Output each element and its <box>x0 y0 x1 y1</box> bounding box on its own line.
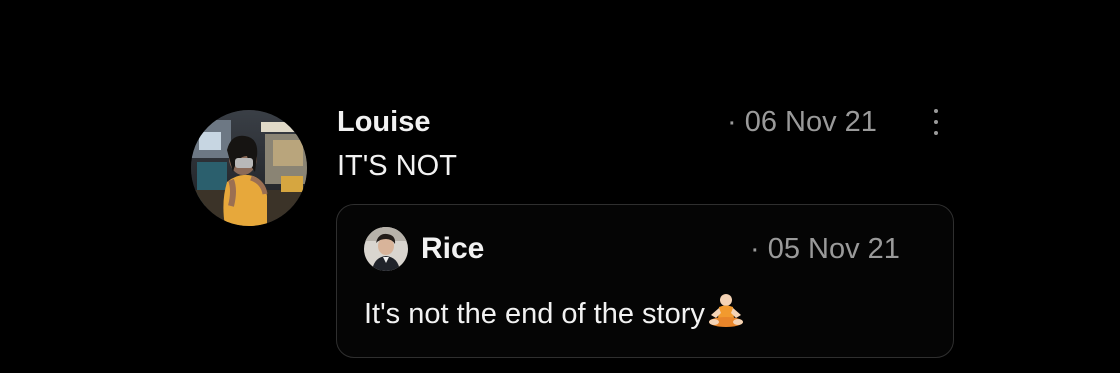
date-separator: · <box>727 106 737 138</box>
more-dot <box>934 131 938 135</box>
more-dot <box>934 109 938 113</box>
quoted-post-date: · 05 Nov 21 <box>750 231 900 267</box>
quoted-post-text: It's not the end of the story <box>364 293 746 338</box>
post-date: · 06 Nov 21 <box>727 104 877 140</box>
date-separator: · <box>750 233 760 265</box>
post-author-name[interactable]: Louise <box>337 104 430 140</box>
profile-photo-avatar-icon <box>191 110 307 226</box>
quoted-post-date-value: 05 Nov 21 <box>767 233 900 265</box>
rice-avatar[interactable] <box>364 227 408 271</box>
post: Louise · 06 Nov 21 IT'S NOT Rice · 05 No… <box>0 0 1120 373</box>
louise-avatar[interactable] <box>191 110 307 226</box>
profile-photo-avatar-icon <box>364 227 408 271</box>
more-vertical-icon[interactable] <box>926 107 946 137</box>
post-text: IT'S NOT <box>337 150 457 182</box>
quoted-post-card[interactable]: Rice · 05 Nov 21 It's not the end of the… <box>336 204 954 358</box>
quoted-post-text-content: It's not the end of the story <box>364 298 705 330</box>
quoted-author-name[interactable]: Rice <box>421 231 484 267</box>
person-in-lotus-position-emoji-icon <box>706 293 746 338</box>
more-dot <box>934 120 938 124</box>
post-date-value: 06 Nov 21 <box>744 106 877 138</box>
